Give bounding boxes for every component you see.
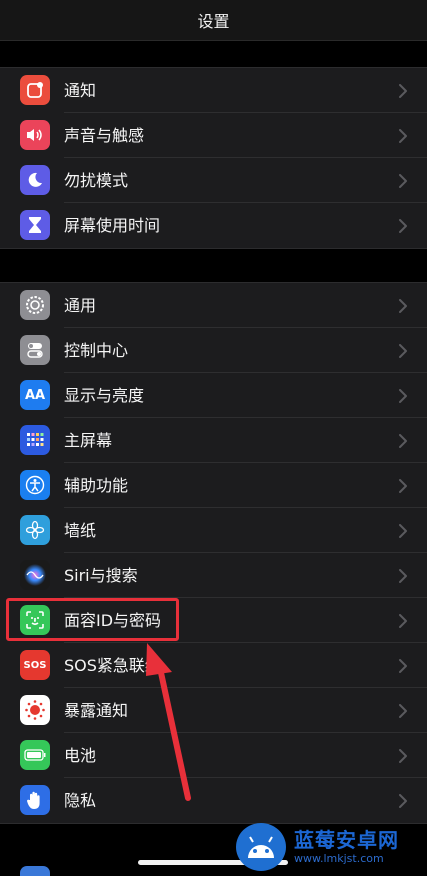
- settings-row-label: SOS紧急联络: [64, 656, 161, 675]
- chevron-right-icon: [399, 479, 407, 493]
- settings-row-label: 声音与触感: [64, 126, 145, 145]
- settings-row-general[interactable]: 通用: [0, 283, 427, 328]
- navigation-bar: 设置: [0, 0, 427, 41]
- speaker-icon: [20, 120, 50, 150]
- gear-icon: [20, 290, 50, 320]
- chevron-right-icon: [399, 749, 407, 763]
- settings-row-control[interactable]: 控制中心: [0, 328, 427, 373]
- text-size-icon: AA: [20, 380, 50, 410]
- exposure-icon: [20, 695, 50, 725]
- settings-row-exposure[interactable]: 暴露通知: [0, 688, 427, 733]
- hand-icon: [20, 785, 50, 815]
- settings-row-home[interactable]: 主屏幕: [0, 418, 427, 463]
- watermark-url: www.lmkjst.com: [294, 852, 384, 865]
- chevron-right-icon: [399, 129, 407, 143]
- notification-icon: [20, 75, 50, 105]
- chevron-right-icon: [399, 569, 407, 583]
- highlight-box: [6, 598, 179, 641]
- chevron-right-icon: [399, 434, 407, 448]
- page-title: 设置: [197, 12, 230, 31]
- chevron-right-icon: [399, 659, 407, 673]
- settings-row-label: 勿扰模式: [64, 171, 129, 190]
- chevron-right-icon: [399, 614, 407, 628]
- settings-row-display[interactable]: AA 显示与亮度: [0, 373, 427, 418]
- battery-icon: [20, 740, 50, 770]
- settings-row-label: Siri与搜索: [64, 566, 138, 585]
- chevron-right-icon: [399, 704, 407, 718]
- hourglass-icon: [20, 210, 50, 240]
- chevron-right-icon: [399, 174, 407, 188]
- moon-icon: [20, 165, 50, 195]
- sos-glyph: SOS: [23, 659, 47, 671]
- chevron-right-icon: [399, 389, 407, 403]
- settings-row-sounds[interactable]: 声音与触感: [0, 113, 427, 158]
- sos-icon: SOS: [20, 650, 50, 680]
- toggles-icon: [20, 335, 50, 365]
- settings-row-label: 控制中心: [64, 341, 129, 360]
- chevron-right-icon: [399, 84, 407, 98]
- home-grid-icon: [20, 425, 50, 455]
- watermark-logo-icon: [236, 823, 286, 871]
- settings-row-notifications[interactable]: 通知: [0, 68, 427, 113]
- settings-row-label: 隐私: [64, 791, 97, 810]
- settings-row-partial-icon: [20, 866, 50, 876]
- siri-icon: [20, 560, 50, 590]
- chevron-right-icon: [399, 299, 407, 313]
- settings-group-2: 通用 控制中心 AA 显示与亮度 主屏幕 辅助功能 墙纸 Siri与搜索 面容ID与密码 SOS S…: [0, 282, 427, 824]
- settings-row-sos[interactable]: SOS SOS紧急联络: [0, 643, 427, 688]
- settings-row-screentime[interactable]: 屏幕使用时间: [0, 203, 427, 248]
- settings-row-accessibility[interactable]: 辅助功能: [0, 463, 427, 508]
- settings-row-label: 屏幕使用时间: [64, 216, 161, 235]
- text-size-glyph: AA: [24, 387, 46, 403]
- settings-row-label: 通知: [64, 81, 97, 100]
- settings-row-label: 暴露通知: [64, 701, 129, 720]
- watermark-title: 蓝莓安卓网: [294, 828, 399, 852]
- settings-row-label: 辅助功能: [64, 476, 129, 495]
- flower-icon: [20, 515, 50, 545]
- accessibility-icon: [20, 470, 50, 500]
- settings-row-label: 主屏幕: [64, 431, 113, 450]
- watermark: 蓝莓安卓网 www.lmkjst.com: [236, 822, 422, 872]
- chevron-right-icon: [399, 794, 407, 808]
- settings-row-label: 通用: [64, 296, 97, 315]
- settings-row-label: 显示与亮度: [64, 386, 145, 405]
- settings-group-1: 通知声音与触感勿扰模式屏幕使用时间: [0, 67, 427, 249]
- settings-row-battery[interactable]: 电池: [0, 733, 427, 778]
- settings-row-wallpaper[interactable]: 墙纸: [0, 508, 427, 553]
- settings-row-label: 电池: [64, 746, 97, 765]
- chevron-right-icon: [399, 219, 407, 233]
- settings-row-dnd[interactable]: 勿扰模式: [0, 158, 427, 203]
- settings-row-privacy[interactable]: 隐私: [0, 778, 427, 823]
- settings-row-label: 墙纸: [64, 521, 97, 540]
- chevron-right-icon: [399, 524, 407, 538]
- settings-row-siri[interactable]: Siri与搜索: [0, 553, 427, 598]
- chevron-right-icon: [399, 344, 407, 358]
